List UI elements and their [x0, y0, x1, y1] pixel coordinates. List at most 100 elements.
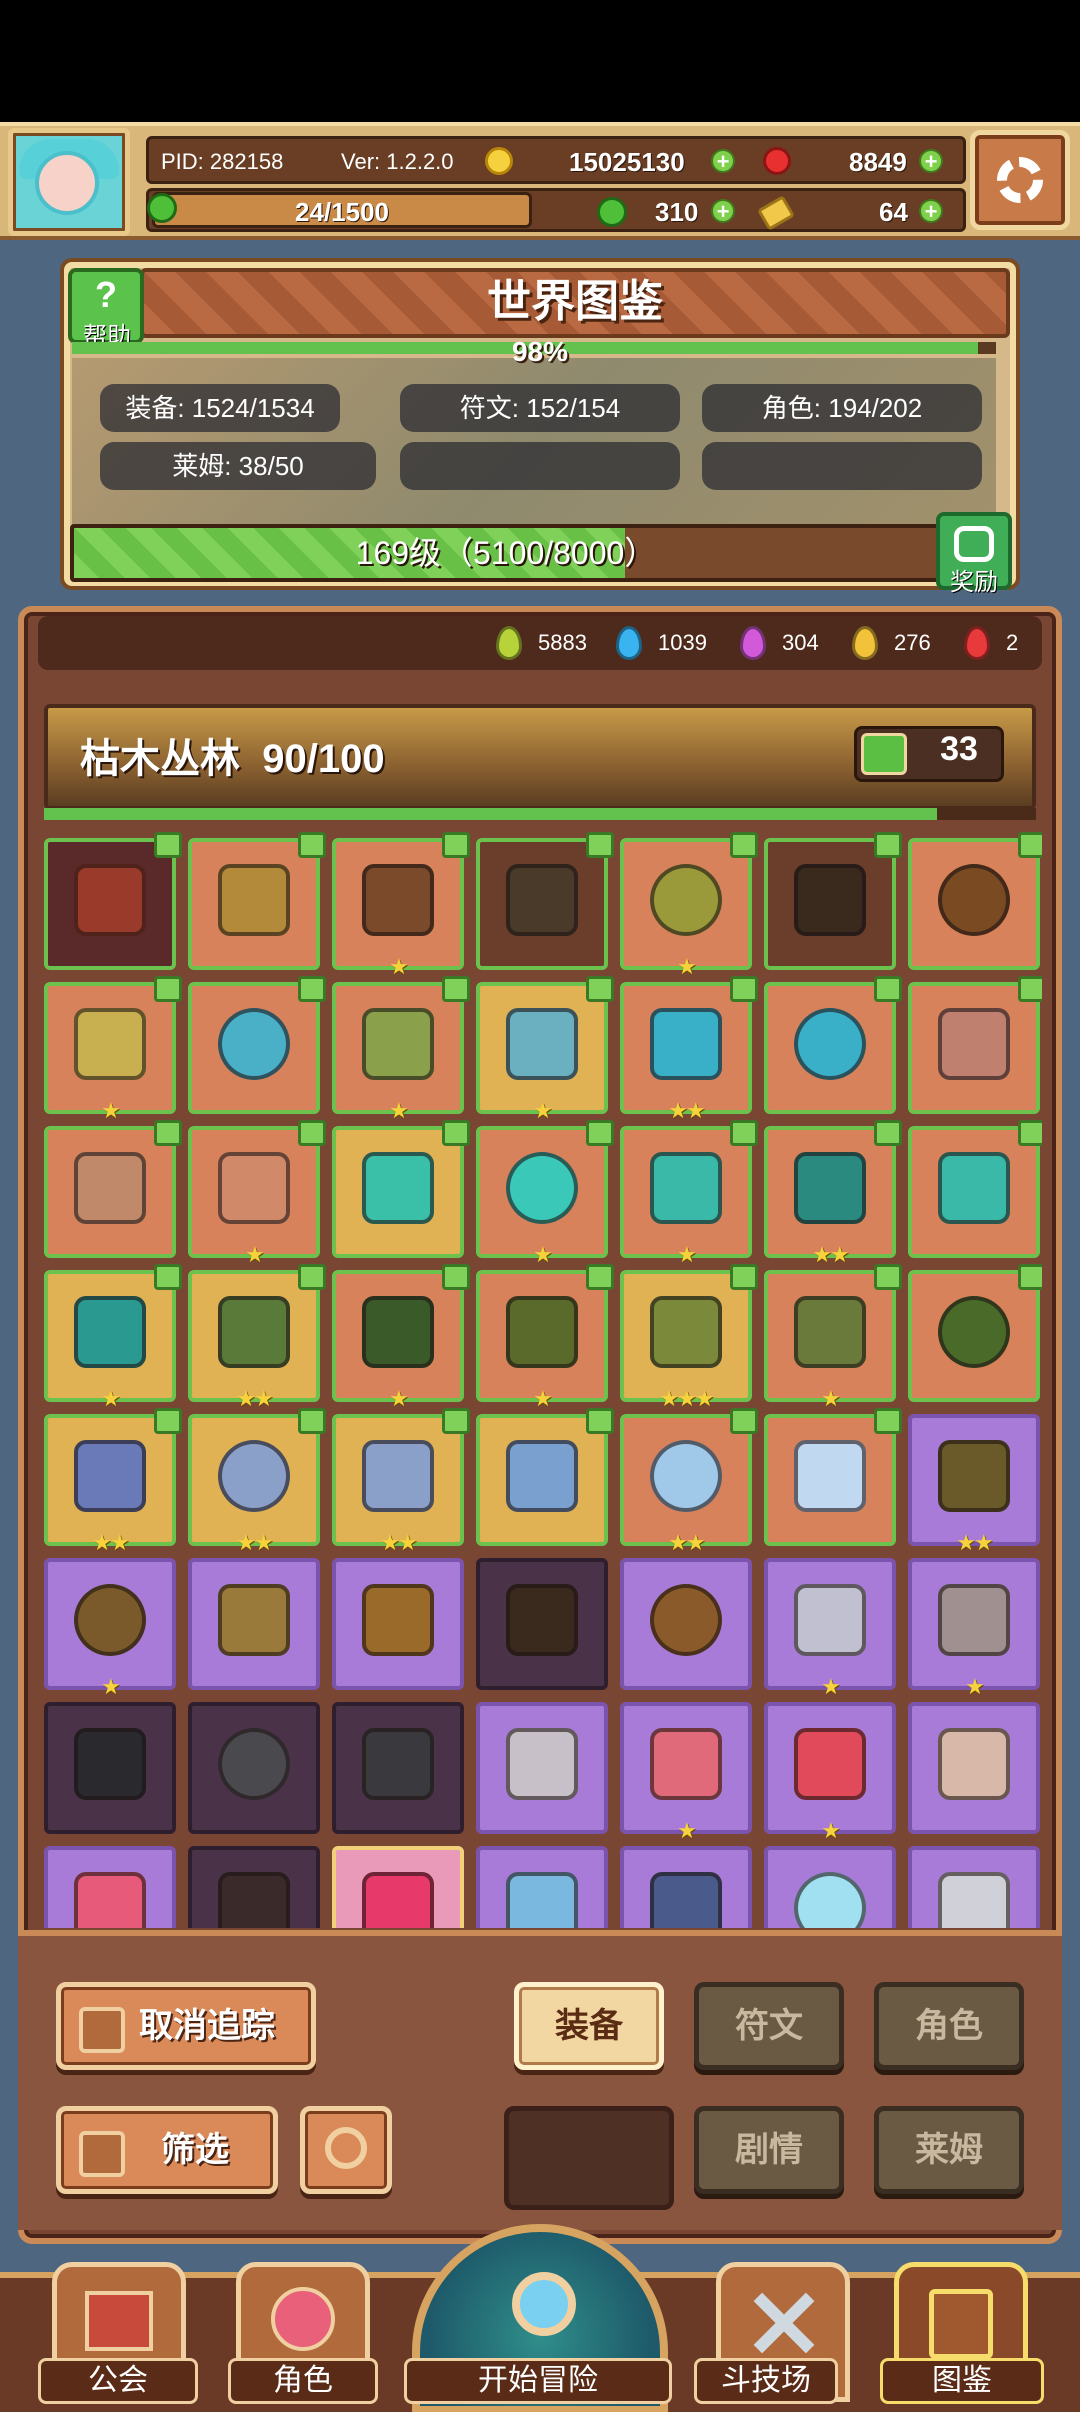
tracked-flag-icon — [154, 976, 182, 1002]
item-slot[interactable] — [44, 1120, 182, 1258]
tab-characters[interactable]: 角色 — [874, 1982, 1024, 2070]
add-clover-button[interactable]: + — [711, 199, 735, 223]
tracked-flag-icon — [442, 1408, 470, 1434]
necklace-icon — [794, 864, 866, 936]
item-slot[interactable]: ★★ — [44, 1408, 182, 1555]
star-rating: ★ — [245, 1242, 265, 1267]
item-slot[interactable]: ★ — [620, 832, 758, 979]
star-rating: ★ — [101, 1098, 121, 1123]
item-slot[interactable]: ★★ — [764, 1120, 902, 1267]
reset-button[interactable] — [300, 2106, 392, 2194]
item-slot[interactable] — [44, 832, 182, 970]
item-slot[interactable]: ★ — [764, 1558, 896, 1699]
tab-equipment[interactable]: 装备 — [514, 1982, 664, 2070]
star-rating: ★ — [533, 1098, 553, 1123]
book-icon — [929, 2289, 993, 2359]
settings-button[interactable] — [970, 130, 1070, 230]
item-slot[interactable]: ★★ — [620, 1408, 758, 1555]
codex-level-label: 169级（5100/8000） — [355, 535, 657, 571]
item-grid[interactable]: ★ ★ ★ ★ ★ ★★ ★ ★ ★ ★★ ★ ★★ ★ ★ ★★★ ★ ★★ ★★ ★★ ★★ ★★ ★ ★ ★ ★ ★ — [38, 830, 1042, 1928]
item-slot[interactable] — [764, 1408, 902, 1546]
item-slot[interactable] — [908, 1846, 1040, 1928]
item-slot[interactable] — [44, 1702, 176, 1834]
item-slot[interactable]: ★★ — [908, 1414, 1040, 1555]
item-slot[interactable]: ★ — [908, 1558, 1040, 1699]
item-slot[interactable] — [908, 976, 1042, 1114]
star-rating: ★ — [389, 1386, 409, 1411]
item-slot[interactable] — [908, 832, 1042, 970]
tracked-flag-icon — [154, 1120, 182, 1146]
item-slot[interactable]: ★★ — [620, 976, 758, 1123]
item-slot[interactable] — [188, 976, 326, 1114]
item-slot[interactable]: ★ — [44, 1558, 176, 1699]
ring-icon — [650, 1584, 722, 1656]
item-slot[interactable] — [476, 1702, 608, 1834]
star-rating: ★★ — [668, 1530, 705, 1555]
item-slot[interactable]: ★ — [620, 1120, 758, 1267]
item-slot[interactable]: ★★ — [188, 1408, 326, 1555]
item-slot[interactable]: ★ — [44, 976, 182, 1123]
item-slot[interactable]: ★ — [44, 1264, 182, 1411]
add-key-button[interactable]: + — [919, 199, 943, 223]
filter-button[interactable]: 筛选 — [56, 2106, 278, 2194]
item-slot[interactable] — [188, 1702, 320, 1834]
item-slot[interactable] — [188, 832, 326, 970]
item-slot[interactable] — [332, 1558, 464, 1690]
item-slot[interactable] — [476, 832, 614, 970]
avatar-face — [35, 151, 99, 215]
item-slot[interactable]: ★ — [476, 1264, 614, 1411]
tracked-flag-icon — [730, 1264, 758, 1290]
tracked-flag-icon — [442, 976, 470, 1002]
item-slot[interactable] — [908, 1264, 1042, 1402]
item-slot[interactable]: ★★ — [188, 1264, 326, 1411]
tab-story[interactable]: 剧情 — [694, 2106, 844, 2194]
item-slot[interactable]: ★ — [188, 1120, 326, 1267]
item-slot[interactable] — [620, 1846, 752, 1928]
item-slot[interactable] — [188, 1846, 320, 1928]
item-slot[interactable] — [764, 832, 902, 970]
item-slot[interactable] — [332, 1846, 464, 1928]
add-ruby-button[interactable]: + — [919, 149, 943, 173]
star-rating: ★★ — [236, 1386, 273, 1411]
star-rating: ★★ — [668, 1098, 705, 1123]
item-slot[interactable] — [764, 1846, 896, 1928]
untrack-button[interactable]: 取消追踪 — [56, 1982, 316, 2070]
item-slot[interactable]: ★ — [332, 832, 470, 979]
item-slot[interactable] — [476, 1408, 614, 1546]
item-slot[interactable]: ★ — [764, 1702, 896, 1843]
necklace-icon — [794, 1296, 866, 1368]
grid-filter-icon — [79, 2131, 125, 2177]
item-slot[interactable]: ★ — [764, 1264, 902, 1411]
item-slot[interactable] — [620, 1558, 752, 1690]
item-slot[interactable] — [764, 976, 902, 1114]
item-slot[interactable]: ★ — [332, 976, 470, 1123]
tracked-flag-icon — [730, 832, 758, 858]
sword-icon — [794, 1584, 866, 1656]
armor-icon — [506, 864, 578, 936]
item-slot[interactable] — [44, 1846, 176, 1928]
item-slot[interactable]: ★ — [476, 976, 614, 1123]
status-bar — [0, 0, 1080, 122]
star-rating: ★ — [533, 1242, 553, 1267]
item-slot[interactable]: ★ — [332, 1264, 470, 1411]
item-slot[interactable] — [188, 1558, 320, 1690]
item-slot[interactable]: ★ — [620, 1702, 752, 1843]
item-slot[interactable] — [908, 1120, 1042, 1258]
item-slot[interactable] — [908, 1702, 1040, 1834]
item-slot[interactable]: ★ — [476, 1120, 614, 1267]
armor-icon — [506, 1728, 578, 1800]
item-slot[interactable] — [476, 1846, 608, 1928]
item-slot[interactable]: ★★ — [332, 1408, 470, 1555]
item-slot[interactable] — [332, 1120, 470, 1258]
tracked-flag-icon — [586, 976, 614, 1002]
item-slot[interactable]: ★★★ — [620, 1264, 758, 1411]
orb-icon — [506, 1152, 578, 1224]
player-avatar[interactable] — [8, 128, 130, 236]
tab-slime[interactable]: 莱姆 — [874, 2106, 1024, 2194]
tab-runes[interactable]: 符文 — [694, 1982, 844, 2070]
gem-icon — [964, 626, 990, 660]
item-slot[interactable] — [332, 1702, 464, 1834]
item-slot[interactable] — [476, 1558, 608, 1690]
add-gold-button[interactable]: + — [711, 149, 735, 173]
helmet-icon — [74, 1440, 146, 1512]
